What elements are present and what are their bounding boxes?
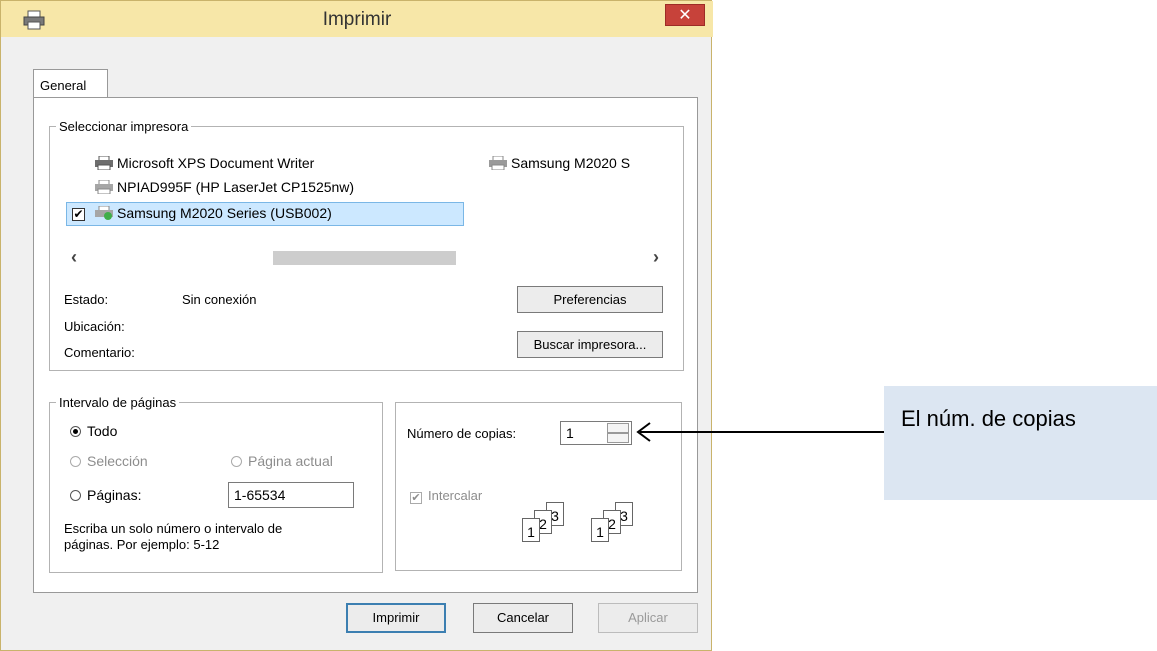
scroll-thumb[interactable] <box>273 251 456 265</box>
spin-down-button[interactable] <box>607 433 629 443</box>
status-label: Estado: <box>64 292 109 307</box>
printer-name: Samsung M2020 S <box>511 155 631 171</box>
radio-button <box>70 490 81 501</box>
page-icon: 1 <box>522 518 540 542</box>
select-printer-legend: Seleccionar impresora <box>59 119 189 134</box>
printer-name: NPIAD995F (HP LaserJet CP1525nw) <box>117 179 355 195</box>
radio-all-label: Todo <box>87 423 118 439</box>
comment-label: Comentario: <box>64 345 135 360</box>
default-printer-checkbox[interactable]: ✔ <box>72 208 85 221</box>
printer-item-samsung-2[interactable]: Samsung M2020 S <box>488 155 630 171</box>
print-button[interactable]: Imprimir <box>346 603 446 633</box>
close-button[interactable]: ✕ <box>665 4 705 26</box>
preferences-button[interactable]: Preferencias <box>517 286 663 313</box>
printer-icon <box>95 156 113 170</box>
radio-selection-label: Selección <box>87 453 148 469</box>
printer-name: Samsung M2020 Series (USB002) <box>117 205 332 221</box>
radio-selection[interactable]: Selección <box>70 453 148 469</box>
page-range-hint-line1: Escriba un solo número o intervalo de <box>64 521 283 536</box>
copies-spinner[interactable]: 1 <box>560 421 632 445</box>
default-printer-icon <box>95 206 113 220</box>
annotation-arrow-icon <box>636 422 886 442</box>
page-range-legend: Intervalo de páginas <box>59 395 177 410</box>
copies-value: 1 <box>566 425 574 441</box>
printer-list[interactable]: Microsoft XPS Document Writer NPIAD995F … <box>66 147 669 247</box>
scroll-right-arrow[interactable]: › <box>653 247 659 268</box>
tab-general[interactable]: General <box>33 69 108 97</box>
location-label: Ubicación: <box>64 319 125 334</box>
radio-pages-label: Páginas: <box>87 487 142 503</box>
copies-label: Número de copias: <box>407 426 517 441</box>
printer-item-xps[interactable]: Microsoft XPS Document Writer <box>94 155 314 171</box>
radio-button <box>70 456 81 467</box>
print-dialog: Imprimir ✕ General Seleccionar impresora… <box>0 0 713 651</box>
printer-list-scrollbar[interactable]: ‹ › <box>66 247 669 269</box>
radio-button <box>231 456 242 467</box>
collate-checkbox[interactable]: ✔ Intercalar <box>410 487 482 504</box>
window-title: Imprimir <box>322 9 392 30</box>
find-printer-button[interactable]: Buscar impresora... <box>517 331 663 358</box>
page-range-hint-line2: páginas. Por ejemplo: 5-12 <box>64 537 220 552</box>
printer-item-npiad[interactable]: NPIAD995F (HP LaserJet CP1525nw) <box>94 179 354 195</box>
page-icon: 1 <box>591 518 609 542</box>
cancel-button[interactable]: Cancelar <box>473 603 573 633</box>
network-printer-icon <box>95 180 113 194</box>
spin-up-button[interactable] <box>607 423 629 433</box>
pages-input[interactable]: 1-65534 <box>228 482 354 508</box>
collate-illustration-1: 3 2 1 <box>512 502 582 542</box>
printer-icon <box>489 156 507 170</box>
printer-item-samsung[interactable]: Samsung M2020 Series (USB002) <box>94 205 332 221</box>
annotation-text: El núm. de copias <box>901 406 1076 431</box>
radio-pages[interactable]: Páginas: <box>70 487 141 503</box>
radio-current-page[interactable]: Página actual <box>231 453 333 469</box>
collate-illustration-2: 3 2 1 <box>581 502 651 542</box>
printer-name: Microsoft XPS Document Writer <box>117 155 315 171</box>
scroll-left-arrow[interactable]: ‹ <box>71 247 77 268</box>
radio-current-page-label: Página actual <box>248 453 333 469</box>
radio-all[interactable]: Todo <box>70 423 117 439</box>
collate-label: Intercalar <box>428 488 483 503</box>
title-bar: Imprimir ✕ <box>1 1 713 37</box>
collate-check-mark-icon: ✔ <box>410 492 422 504</box>
radio-button <box>70 426 81 437</box>
apply-button[interactable]: Aplicar <box>598 603 698 633</box>
status-value: Sin conexión <box>182 292 257 307</box>
